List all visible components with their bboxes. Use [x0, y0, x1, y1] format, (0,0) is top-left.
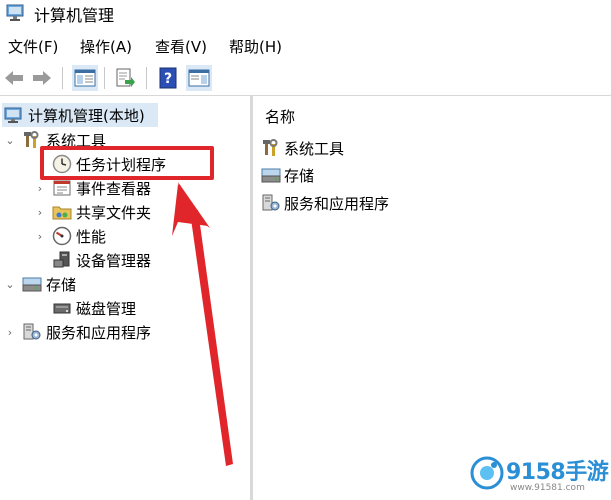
title-bar: 计算机管理: [0, 0, 611, 28]
tree-item-event-viewer[interactable]: › 事件查看器: [34, 176, 151, 200]
tools-icon: [24, 131, 39, 148]
tree-item-system-tools[interactable]: ⌄ 系统工具: [4, 128, 106, 152]
list-item[interactable]: 系统工具: [261, 136, 344, 160]
toolbar-separator: [146, 67, 147, 89]
results-pane: 名称 系统工具 存储 服务和应用程序: [253, 96, 611, 500]
chevron-right-icon[interactable]: ›: [34, 182, 46, 195]
shared-folder-icon: [52, 206, 72, 220]
performance-icon: [52, 226, 72, 246]
tree-item-label: 共享文件夹: [76, 203, 152, 222]
list-item[interactable]: 服务和应用程序: [261, 191, 389, 215]
list-item-label: 服务和应用程序: [284, 194, 390, 213]
tree-item-label: 系统工具: [46, 131, 107, 150]
tree-item-shared-folders[interactable]: › 共享文件夹: [34, 200, 151, 224]
chevron-right-icon[interactable]: ›: [34, 230, 46, 243]
arrow-right-icon: [33, 71, 51, 85]
computer-management-icon: [6, 4, 24, 21]
storage-icon: [22, 277, 42, 292]
tools-icon: [263, 139, 278, 156]
tree-item-device-manager[interactable]: 设备管理器: [34, 248, 151, 272]
watermark-brand: 9158手游: [506, 460, 609, 485]
watermark: 9158手游 www.91581.com: [470, 452, 610, 498]
chevron-right-icon[interactable]: ›: [4, 326, 16, 339]
show-tree-button[interactable]: [72, 65, 98, 91]
list-item-label: 存储: [284, 166, 315, 185]
brand-logo-icon: [470, 456, 504, 490]
toolbar-separator: [104, 67, 105, 89]
arrow-left-icon: [5, 71, 23, 85]
menu-view[interactable]: 查看(V): [155, 36, 207, 57]
list-item[interactable]: 存储: [261, 163, 314, 187]
export-list-button[interactable]: [112, 65, 138, 91]
chevron-down-icon[interactable]: ⌄: [4, 134, 16, 147]
help-button[interactable]: ?: [155, 65, 181, 91]
toolbar-separator: [62, 67, 63, 89]
svg-text:?: ?: [164, 71, 172, 87]
back-button[interactable]: [1, 65, 27, 91]
toolbar: ?: [0, 63, 611, 94]
clock-icon: [52, 154, 72, 174]
export-list-icon: [116, 68, 135, 87]
tree-item-disk-management[interactable]: 磁盘管理: [34, 296, 136, 320]
show-action-pane-button[interactable]: [186, 65, 212, 91]
console-tree: 计算机管理(本地) ⌄ 系统工具 任务计划程序 › 事件查看器 › 共享文件夹 …: [0, 96, 250, 500]
chevron-down-icon[interactable]: ⌄: [4, 278, 16, 291]
event-viewer-icon: [53, 180, 71, 196]
console-tree-icon: [74, 69, 96, 87]
menu-action[interactable]: 操作(A): [80, 36, 132, 57]
storage-icon: [261, 168, 281, 183]
tree-item-computer-management[interactable]: 计算机管理(本地): [2, 103, 158, 127]
menu-bar: 文件(F) 操作(A) 查看(V) 帮助(H): [0, 30, 611, 62]
tree-item-label: 磁盘管理: [76, 299, 137, 318]
tree-item-label: 服务和应用程序: [46, 323, 152, 342]
tree-item-label: 计算机管理(本地): [28, 106, 145, 125]
device-manager-icon: [53, 251, 70, 268]
help-icon: ?: [159, 67, 177, 89]
menu-help[interactable]: 帮助(H): [229, 36, 282, 57]
tree-item-services-applications[interactable]: › 服务和应用程序: [4, 320, 151, 344]
chevron-right-icon[interactable]: ›: [34, 206, 46, 219]
tree-item-label: 性能: [76, 227, 107, 246]
tree-item-storage[interactable]: ⌄ 存储: [4, 272, 76, 296]
tree-item-task-scheduler[interactable]: 任务计划程序: [34, 152, 166, 176]
forward-button[interactable]: [29, 65, 55, 91]
list-item-label: 系统工具: [284, 139, 345, 158]
watermark-url: www.91581.com: [510, 483, 585, 493]
tree-item-label: 设备管理器: [76, 251, 152, 270]
tree-item-performance[interactable]: › 性能: [34, 224, 106, 248]
tree-item-label: 任务计划程序: [76, 155, 167, 174]
window-title: 计算机管理: [34, 6, 115, 25]
computer-management-icon: [4, 107, 22, 123]
services-icon: [262, 194, 280, 211]
action-pane-icon: [188, 69, 210, 87]
tree-item-label: 存储: [46, 275, 77, 294]
disk-icon: [53, 303, 71, 314]
column-header-name[interactable]: 名称: [265, 106, 295, 127]
menu-file[interactable]: 文件(F): [8, 36, 58, 57]
services-icon: [23, 323, 41, 340]
tree-item-label: 事件查看器: [76, 179, 152, 198]
